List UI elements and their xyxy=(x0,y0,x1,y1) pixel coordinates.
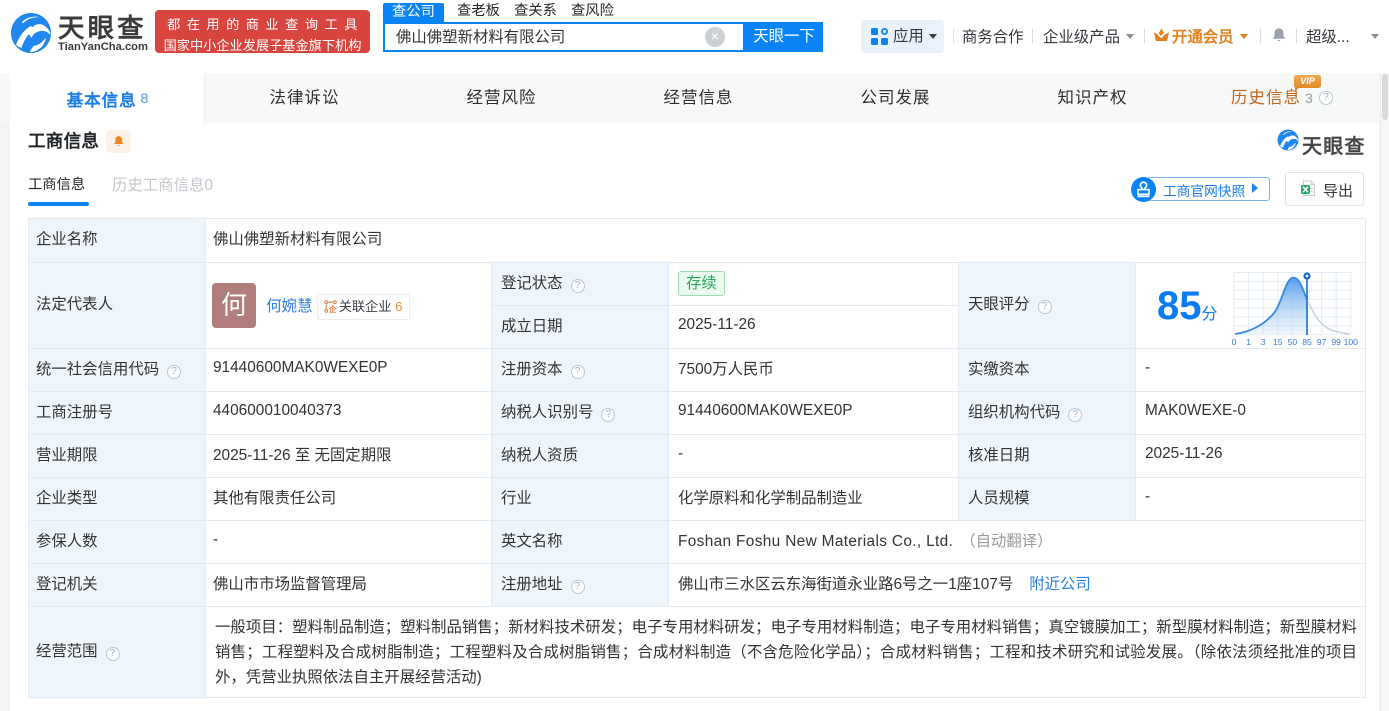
svg-text:0: 0 xyxy=(1232,337,1237,347)
svg-text:97: 97 xyxy=(1317,337,1327,347)
svg-text:15: 15 xyxy=(1273,337,1283,347)
svg-text:85: 85 xyxy=(1302,337,1312,347)
svg-text:99: 99 xyxy=(1331,337,1341,347)
svg-text:1: 1 xyxy=(1246,337,1251,347)
svg-text:100: 100 xyxy=(1344,337,1359,347)
svg-text:3: 3 xyxy=(1261,337,1266,347)
svg-text:50: 50 xyxy=(1288,337,1298,347)
svg-text:企: 企 xyxy=(328,304,337,313)
